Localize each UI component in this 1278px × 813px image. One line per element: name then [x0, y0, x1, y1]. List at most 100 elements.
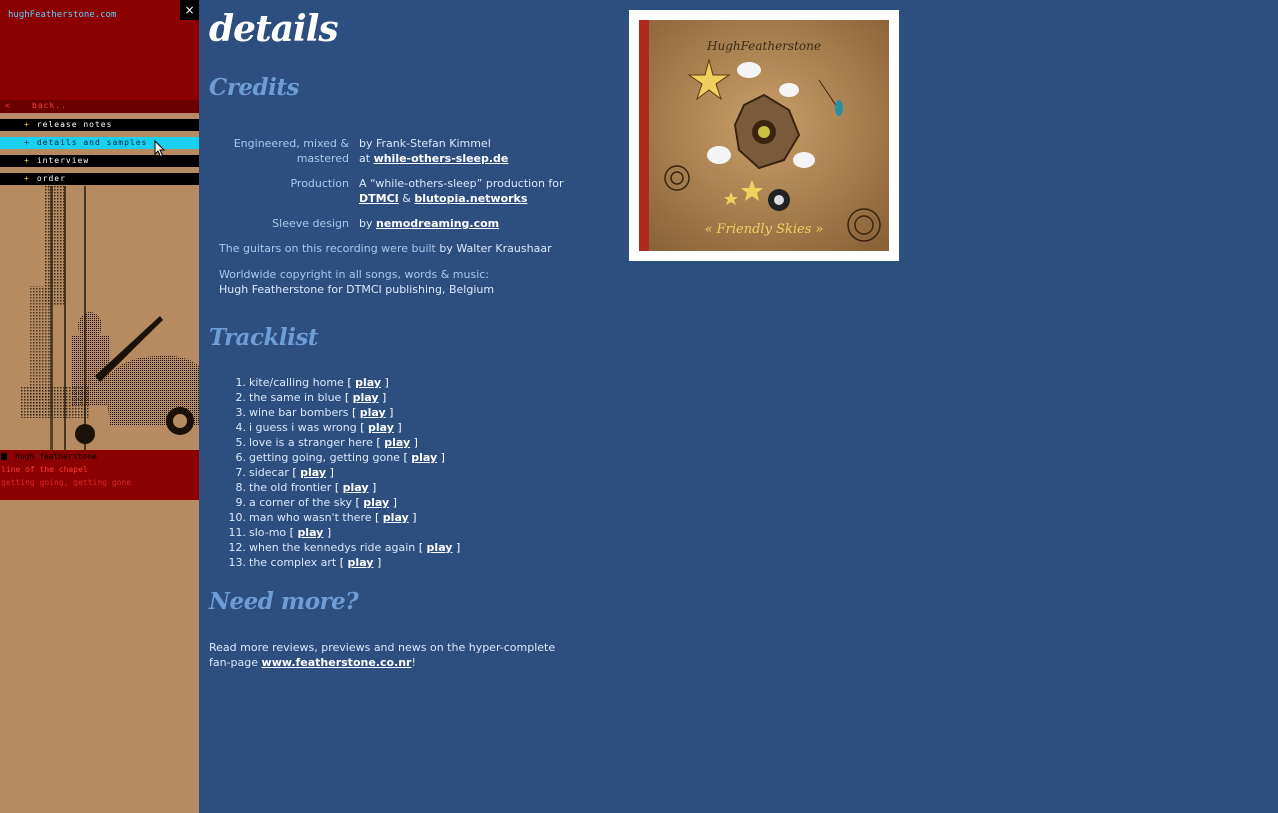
- sidebar-menu: < back.. + release notes + details and sa…: [0, 100, 199, 186]
- menu-item-interview[interactable]: + interview: [0, 155, 199, 167]
- now-playing-artist: hugh featherstone: [0, 450, 199, 463]
- track-number: 3.: [235, 406, 247, 419]
- track-number: 10.: [228, 511, 247, 524]
- play-link[interactable]: play: [411, 451, 437, 464]
- menu-item-label: interview: [36, 156, 90, 165]
- track-title: slo-mo: [249, 526, 287, 539]
- track-row: 6. getting going, getting gone [ play ]: [224, 450, 624, 465]
- menu-item-label: back..: [32, 101, 67, 110]
- play-link[interactable]: play: [368, 421, 394, 434]
- bracket-open: [: [376, 436, 381, 449]
- bracket-open: [: [351, 406, 357, 419]
- dtmci-link[interactable]: DTMCI: [359, 192, 399, 205]
- bracket-close: ]: [412, 511, 417, 524]
- play-link[interactable]: play: [363, 496, 389, 509]
- bracket-close: ]: [326, 526, 332, 539]
- bracket-close: ]: [384, 376, 389, 389]
- track-number: 13.: [228, 556, 247, 569]
- page-title: details: [209, 8, 339, 50]
- track-title: the complex art: [249, 556, 337, 569]
- sidebar-header: hughFeatherstone.com ×: [0, 0, 199, 100]
- menu-item-details-and-samples[interactable]: + details and samples: [0, 137, 199, 149]
- track-title: the old frontier: [249, 481, 332, 494]
- cover-album-text: « Friendly Skies »: [705, 222, 824, 237]
- cover-artist-text: HughFeatherstone: [706, 39, 821, 53]
- menu-item-label: order: [36, 174, 66, 183]
- play-link[interactable]: play: [348, 556, 374, 569]
- bracket-open: [: [347, 376, 352, 389]
- play-link[interactable]: play: [360, 406, 386, 419]
- track-row: 9. a corner of the sky [ play ]: [224, 495, 624, 510]
- track-title: sidecar: [249, 466, 289, 479]
- production-text: A “while-others-sleep” production for: [359, 177, 564, 190]
- track-number: 9.: [235, 496, 247, 509]
- production-value: A “while-others-sleep” production for DT…: [359, 176, 564, 206]
- track-row: 8. the old frontier [ play ]: [224, 480, 624, 495]
- bracket-open: [: [344, 391, 350, 404]
- bracket-close: ]: [397, 421, 402, 434]
- play-link[interactable]: play: [343, 481, 369, 494]
- plus-icon: +: [24, 156, 30, 165]
- bracket-close: ]: [372, 481, 377, 494]
- menu-item-release-notes[interactable]: + release notes: [0, 119, 199, 131]
- track-row: 13. the complex art [ play ]: [224, 555, 624, 570]
- play-link[interactable]: play: [427, 541, 453, 554]
- bracket-open: [: [375, 511, 380, 524]
- track-title: i guess i was wrong: [249, 421, 357, 434]
- at-prefix: at: [359, 152, 371, 165]
- site-link[interactable]: hughFeatherstone.com: [8, 10, 116, 20]
- artist-name: hugh featherstone: [15, 452, 97, 461]
- artist-square-icon: [1, 453, 7, 460]
- track-row: 5. love is a stranger here [ play ]: [224, 435, 624, 450]
- track-title: kite/calling home: [249, 376, 344, 389]
- menu-item-back[interactable]: < back..: [0, 100, 199, 113]
- track-title: getting going, getting gone: [249, 451, 400, 464]
- track-title: the same in blue: [249, 391, 342, 404]
- track-number: 4.: [235, 421, 247, 434]
- needmore-text-block: Read more reviews, previews and news on …: [209, 640, 569, 670]
- copyright-holder: Hugh Featherstone for DTMCI publishing, …: [219, 283, 495, 296]
- artist-photo: [0, 186, 199, 450]
- needmore-heading: Need more?: [209, 588, 359, 615]
- track-row: 1. kite/calling home [ play ]: [224, 375, 624, 390]
- menu-item-label: release notes: [36, 120, 113, 129]
- nemodreaming-link[interactable]: nemodreaming.com: [376, 217, 499, 230]
- tracklist: 1. kite/calling home [ play ] 2. the same i…: [224, 375, 624, 570]
- track-row: 4. i guess i was wrong [ play ]: [224, 420, 624, 435]
- track-number: 7.: [235, 466, 247, 479]
- bracket-close: ]: [376, 556, 382, 569]
- bracket-open: [: [403, 451, 408, 464]
- play-link[interactable]: play: [300, 466, 326, 479]
- bracket-close: ]: [413, 436, 418, 449]
- plus-icon: +: [24, 120, 30, 129]
- bracket-open: [: [360, 421, 365, 434]
- track-number: 1.: [235, 376, 247, 389]
- featherstone-site-link[interactable]: www.featherstone.co.nr: [262, 656, 412, 669]
- play-link[interactable]: play: [383, 511, 409, 524]
- track-number: 6.: [235, 451, 247, 464]
- production-label: Production: [290, 177, 349, 190]
- play-link[interactable]: play: [353, 391, 379, 404]
- close-button[interactable]: ×: [180, 0, 199, 20]
- now-playing-track-next: getting going, getting gone: [1, 478, 132, 487]
- bracket-close: ]: [455, 541, 461, 554]
- plus-icon: +: [24, 138, 30, 147]
- track-row: 12. when the kennedys ride again [ play ]: [224, 540, 624, 555]
- bracket-open: [: [418, 541, 424, 554]
- album-cover-frame: HughFeatherstone « Friendly Skies »: [629, 10, 899, 261]
- track-title: love is a stranger here: [249, 436, 373, 449]
- engineered-by: by Frank-Stefan Kimmel: [359, 137, 491, 150]
- play-link[interactable]: play: [355, 376, 381, 389]
- while-others-sleep-link[interactable]: while-others-sleep.de: [374, 152, 509, 165]
- play-link[interactable]: play: [384, 436, 410, 449]
- track-number: 2.: [235, 391, 247, 404]
- blutopia-link[interactable]: blutopia.networks: [414, 192, 527, 205]
- menu-item-order[interactable]: + order: [0, 173, 199, 185]
- bracket-open: [: [339, 556, 345, 569]
- copyright-text: Worldwide copyright in all songs, words …: [219, 268, 490, 281]
- bracket-close: ]: [389, 406, 394, 419]
- credits-heading: Credits: [209, 74, 299, 101]
- engineered-label: Engineered, mixed & mastered: [233, 137, 349, 165]
- sidebar: hughFeatherstone.com × < back.. + release…: [0, 0, 199, 813]
- play-link[interactable]: play: [297, 526, 323, 539]
